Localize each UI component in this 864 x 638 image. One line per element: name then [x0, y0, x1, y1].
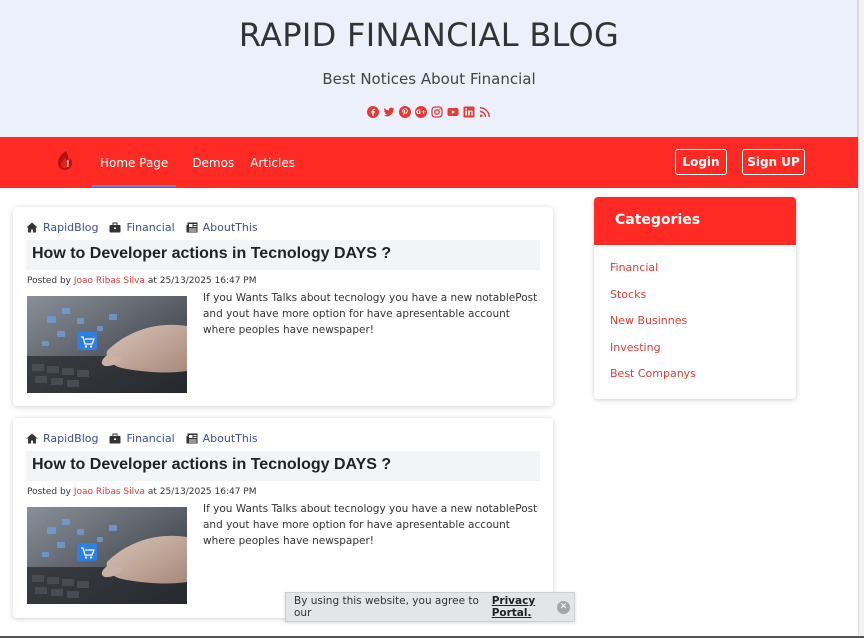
- rss-icon[interactable]: [479, 106, 491, 118]
- breadcrumb: RapidBlog Financial AboutThis: [26, 221, 269, 234]
- pinterest-icon[interactable]: [399, 106, 411, 118]
- breadcrumb-link[interactable]: RapidBlog: [43, 432, 98, 445]
- post-card: RapidBlog Financial AboutThis How to Dev…: [13, 207, 553, 406]
- post-title-box: How to Developer actions in Tecnology DA…: [26, 451, 540, 481]
- post-meta: Posted by Joao Ribas Silva at 25/13/2025…: [27, 487, 257, 497]
- site-header: RAPID FINANCIAL BLOG Best Notices About …: [0, 0, 858, 137]
- nav-links: Home Page Demos Articles: [92, 137, 311, 188]
- category-new-business[interactable]: New Businnes: [610, 314, 796, 341]
- post-date: at 25/13/2025 16:47 PM: [147, 487, 257, 497]
- breadcrumb-link[interactable]: RapidBlog: [43, 221, 98, 234]
- post-excerpt: If you Wants Talks about tecnology you h…: [203, 292, 538, 336]
- post-card: RapidBlog Financial AboutThis How to Dev…: [13, 418, 553, 618]
- online-shopping-keyboard-image: [27, 296, 187, 393]
- breadcrumb: RapidBlog Financial AboutThis: [26, 432, 269, 445]
- cookie-text: By using this website, you agree to our: [294, 595, 479, 619]
- post-date: at 25/13/2025 16:47 PM: [147, 276, 257, 286]
- nav-link-home[interactable]: Home Page: [92, 156, 177, 187]
- breadcrumb-link[interactable]: AboutThis: [203, 432, 258, 445]
- post-excerpt: If you Wants Talks about tecnology you h…: [203, 503, 538, 547]
- breadcrumb-link[interactable]: Financial: [126, 221, 174, 234]
- posted-by-label: Posted by: [27, 487, 71, 497]
- post-title-box: How to Developer actions in Tecnology DA…: [26, 240, 540, 270]
- categories-list: Financial Stocks New Businnes Investing …: [594, 245, 796, 394]
- page-scrollbar[interactable]: [858, 0, 864, 638]
- breadcrumb-link[interactable]: AboutThis: [203, 221, 258, 234]
- google-plus-icon[interactable]: G+: [415, 106, 427, 118]
- category-investing[interactable]: Investing: [610, 341, 796, 368]
- home-icon: [26, 433, 38, 444]
- youtube-icon[interactable]: [447, 106, 459, 118]
- posted-by-label: Posted by: [27, 276, 71, 286]
- categories-header: Categories: [594, 197, 796, 245]
- cookie-notice: By using this website, you agree to our …: [285, 592, 575, 622]
- briefcase-icon: [109, 433, 121, 444]
- svg-text:G+: G+: [416, 109, 426, 116]
- post-author[interactable]: Joao Ribas Silva: [74, 276, 145, 286]
- twitter-icon[interactable]: [383, 106, 395, 118]
- close-icon[interactable]: ✕: [557, 601, 570, 614]
- post-author[interactable]: Joao Ribas Silva: [74, 487, 145, 497]
- category-stocks[interactable]: Stocks: [610, 288, 796, 315]
- main-navbar: Home Page Demos Articles Login Sign UP: [0, 137, 858, 188]
- site-title: RAPID FINANCIAL BLOG: [238, 16, 620, 54]
- linkedin-icon[interactable]: [463, 106, 475, 118]
- social-links: G+: [0, 106, 858, 118]
- flame-logo-icon[interactable]: [54, 149, 76, 173]
- post-title[interactable]: How to Developer actions in Tecnology DA…: [32, 245, 391, 263]
- post-title[interactable]: How to Developer actions in Tecnology DA…: [32, 456, 391, 474]
- site-subtitle: Best Notices About Financial: [322, 70, 536, 88]
- online-shopping-keyboard-image: [27, 507, 187, 604]
- category-best-companies[interactable]: Best Companys: [610, 367, 796, 394]
- post-meta: Posted by Joao Ribas Silva at 25/13/2025…: [27, 276, 257, 286]
- nav-link-demos[interactable]: Demos: [192, 156, 234, 170]
- login-button[interactable]: Login: [675, 149, 727, 175]
- newspaper-icon: [186, 222, 198, 233]
- facebook-icon[interactable]: [367, 106, 379, 118]
- nav-link-articles[interactable]: Articles: [250, 156, 295, 170]
- instagram-icon[interactable]: [431, 106, 443, 118]
- briefcase-icon: [109, 222, 121, 233]
- categories-widget: Categories Financial Stocks New Businnes…: [594, 197, 796, 399]
- category-financial[interactable]: Financial: [610, 261, 796, 288]
- newspaper-icon: [186, 433, 198, 444]
- post-thumbnail[interactable]: [27, 507, 187, 604]
- signup-button[interactable]: Sign UP: [742, 149, 805, 175]
- post-thumbnail[interactable]: [27, 296, 187, 393]
- breadcrumb-link[interactable]: Financial: [126, 432, 174, 445]
- home-icon: [26, 222, 38, 233]
